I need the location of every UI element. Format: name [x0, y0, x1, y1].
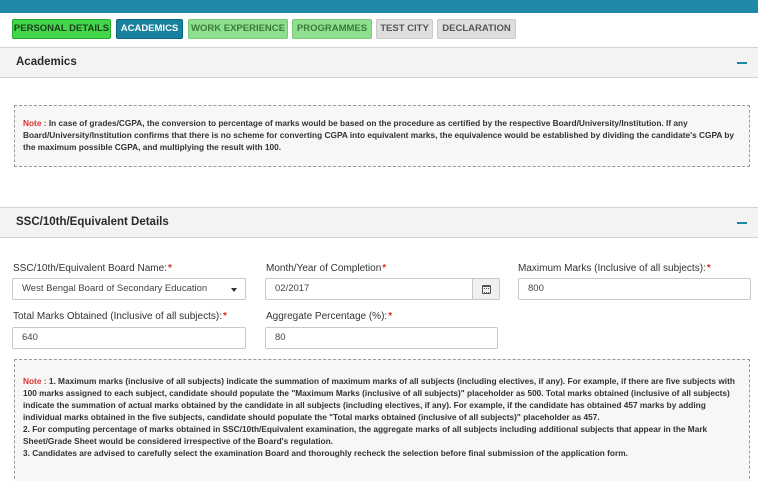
aggregate-percentage-value: 80	[275, 332, 286, 343]
tab-programmes[interactable]: PROGRAMMES	[292, 19, 372, 39]
completion-date-input[interactable]: 02/2017	[265, 278, 473, 300]
total-marks-value: 640	[22, 332, 38, 343]
calendar-button[interactable]	[472, 278, 500, 300]
board-name-value: West Bengal Board of Secondary Education	[22, 283, 208, 294]
aggregate-percentage-input[interactable]: 80	[265, 327, 498, 349]
required-asterisk: *	[167, 263, 172, 274]
completion-date-label: Month/Year of Completion*	[266, 263, 386, 274]
total-marks-label: Total Marks Obtained (Inclusive of all s…	[13, 311, 227, 322]
board-name-label-text: SSC/10th/Equivalent Board Name:	[13, 263, 167, 274]
required-asterisk: *	[382, 263, 387, 274]
maximum-marks-input[interactable]: 800	[518, 278, 751, 300]
top-header-bar	[0, 0, 758, 13]
academics-panel-title: Academics	[16, 56, 77, 68]
calendar-icon	[482, 285, 491, 294]
caret-down-icon	[231, 288, 237, 292]
total-marks-input[interactable]: 640	[12, 327, 246, 349]
tab-work-experience[interactable]: WORK EXPERIENCE	[188, 19, 288, 39]
board-name-select[interactable]: West Bengal Board of Secondary Education	[12, 278, 246, 300]
tab-test-city[interactable]: TEST CITY	[376, 19, 433, 39]
tab-personal-details[interactable]: PERSONAL DETAILS	[12, 19, 111, 39]
academics-panel-header[interactable]: Academics	[0, 47, 758, 78]
aggregate-percentage-label-text: Aggregate Percentage (%):	[266, 311, 388, 322]
ssc-note-paragraph-3: 3. Candidates are advised to carefully s…	[23, 448, 628, 458]
required-asterisk: *	[706, 263, 711, 274]
tab-declaration[interactable]: DECLARATION	[437, 19, 516, 39]
maximum-marks-value: 800	[528, 283, 544, 294]
maximum-marks-label: Maximum Marks (Inclusive of all subjects…	[518, 263, 711, 274]
ssc-note-box: Note : 1. Maximum marks (inclusive of al…	[14, 359, 750, 481]
collapse-icon[interactable]	[737, 218, 747, 228]
total-marks-label-text: Total Marks Obtained (Inclusive of all s…	[13, 311, 222, 322]
required-asterisk: *	[222, 311, 227, 322]
ssc-note-paragraph-1: Note : 1. Maximum marks (inclusive of al…	[23, 375, 741, 423]
ssc-note-paragraph-2: 2. For computing percentage of marks obt…	[23, 424, 708, 446]
ssc-note-text-1: 1. Maximum marks (inclusive of all subje…	[23, 376, 735, 422]
note-label: Note :	[23, 118, 47, 128]
ssc-panel-header[interactable]: SSC/10th/Equivalent Details	[0, 207, 758, 238]
note-label: Note :	[23, 376, 47, 386]
tab-academics[interactable]: ACADEMICS	[116, 19, 183, 39]
academics-note-text: In case of grades/CGPA, the conversion t…	[23, 118, 735, 152]
completion-date-label-text: Month/Year of Completion	[266, 263, 382, 274]
collapse-icon[interactable]	[737, 58, 747, 68]
board-name-label: SSC/10th/Equivalent Board Name:*	[13, 263, 172, 274]
maximum-marks-label-text: Maximum Marks (Inclusive of all subjects…	[518, 263, 706, 274]
academics-note-box: Note : In case of grades/CGPA, the conve…	[14, 105, 750, 167]
ssc-panel-title: SSC/10th/Equivalent Details	[16, 216, 169, 228]
required-asterisk: *	[388, 311, 393, 322]
completion-date-value: 02/2017	[275, 283, 310, 294]
aggregate-percentage-label: Aggregate Percentage (%):*	[266, 311, 392, 322]
